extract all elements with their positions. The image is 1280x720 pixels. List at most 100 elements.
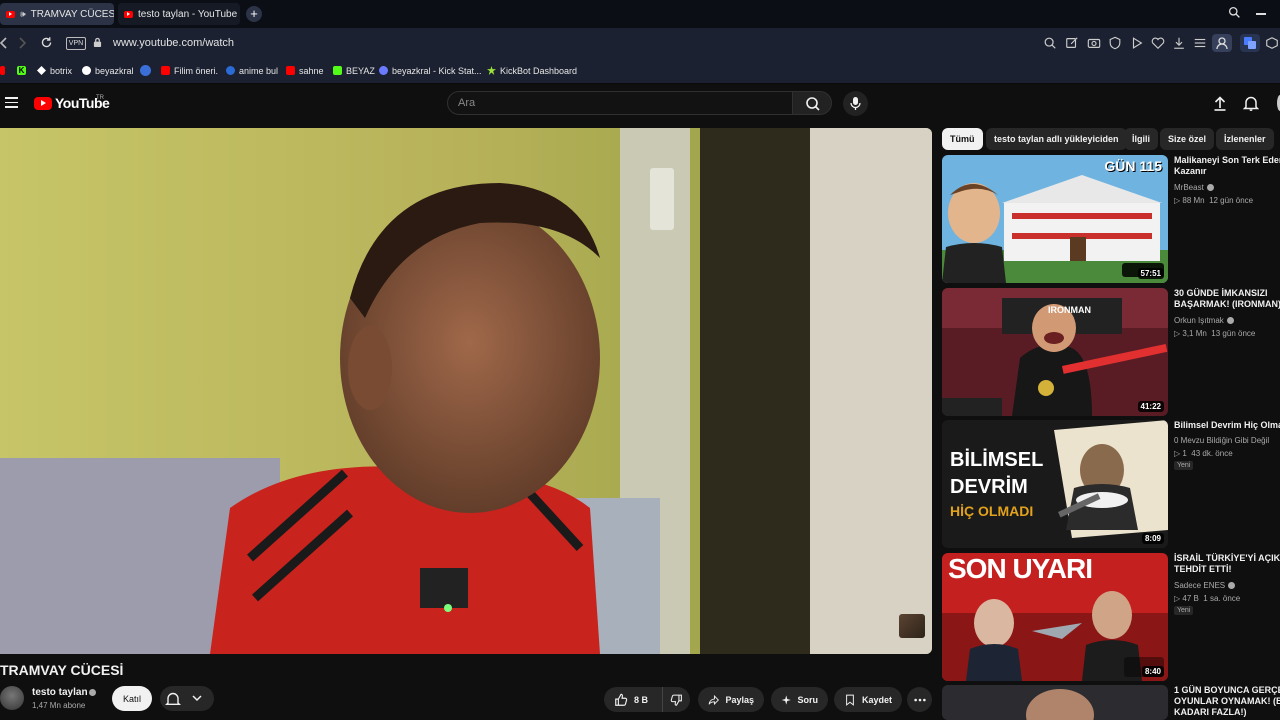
bookmark-sahne[interactable]: sahne bbox=[286, 64, 324, 77]
upload-age: 12 gün önce bbox=[1209, 196, 1254, 205]
recommendation-item[interactable]: 1 GÜN BOYUNCA GERÇEK OYUNLAR OYNAMAK! (B… bbox=[942, 685, 1280, 720]
translate-icon bbox=[1244, 37, 1256, 49]
ask-button[interactable]: Soru bbox=[771, 687, 828, 712]
video-thumbnail[interactable] bbox=[942, 685, 1168, 720]
bookmark-label: anime bul bbox=[239, 65, 279, 76]
bookmark-filim-oneri[interactable]: Filim öneri. bbox=[161, 64, 218, 77]
search-input[interactable] bbox=[447, 91, 793, 115]
menu-lines-icon[interactable] bbox=[1193, 36, 1207, 50]
more-actions-button[interactable] bbox=[907, 687, 932, 712]
recommendation-item[interactable]: GÜN 115 57:51 Malikaneyi Son Terk Eden K… bbox=[942, 155, 1280, 283]
heart-icon[interactable] bbox=[1151, 36, 1165, 50]
like-count: 8 B bbox=[634, 694, 649, 705]
forward-icon[interactable] bbox=[18, 36, 26, 50]
recommendation-title[interactable]: Malikaneyi Son Terk Eden Kazanır bbox=[1174, 155, 1280, 177]
tab-search-icon[interactable] bbox=[1228, 6, 1241, 19]
recommendation-title[interactable]: 1 GÜN BOYUNCA GERÇEK OYUNLAR OYNAMAK! (B… bbox=[1174, 685, 1280, 718]
camera-icon[interactable] bbox=[1087, 36, 1101, 50]
channel-label: Sadece ENES bbox=[1174, 581, 1226, 590]
share-button[interactable]: Paylaş bbox=[698, 687, 764, 712]
chip-related[interactable]: İlgili bbox=[1124, 128, 1158, 150]
recommendation-item[interactable]: SON UYARI 8:40 İSRAİL TÜRKİYE'Yİ AÇIKÇA … bbox=[942, 553, 1280, 681]
chip-watched[interactable]: İzlenenler bbox=[1216, 128, 1274, 150]
notifications-bell-icon[interactable] bbox=[1243, 95, 1259, 111]
save-button[interactable]: Kaydet bbox=[834, 687, 902, 712]
video-player[interactable] bbox=[0, 128, 932, 654]
upload-icon[interactable] bbox=[1212, 95, 1228, 111]
chip-from-uploader[interactable]: testo taylan adlı yükleyiciden bbox=[986, 128, 1127, 150]
thumbnail-overlay-text: SON UYARI bbox=[948, 553, 1093, 584]
bookmark-beyaz[interactable]: BEYAZ bbox=[333, 64, 375, 77]
title-line: BAŞARMAK! (IRONMAN) bbox=[1174, 299, 1280, 309]
recommendation-channel[interactable]: Orkun Işıtmak bbox=[1174, 316, 1234, 325]
tab-channel[interactable]: testo taylan - YouTube bbox=[118, 3, 240, 25]
video-thumbnail[interactable]: SON UYARI 8:40 bbox=[942, 553, 1168, 681]
tab-title: TRAMVAY CÜCESİ - Yo bbox=[30, 8, 114, 20]
profile-button[interactable] bbox=[1212, 34, 1232, 52]
kickbot-icon bbox=[487, 66, 496, 75]
recommendation-channel[interactable]: 0 Mevzu Bildiğin Gibi Değil bbox=[1174, 436, 1269, 445]
verified-check-icon bbox=[1228, 582, 1236, 589]
kick-icon: K bbox=[17, 66, 26, 75]
channel-label: Orkun Işıtmak bbox=[1174, 316, 1224, 325]
back-icon[interactable] bbox=[0, 36, 8, 50]
url-text[interactable]: www.youtube.com/watch bbox=[113, 37, 234, 49]
profile-icon bbox=[1216, 37, 1228, 50]
shield-icon[interactable] bbox=[1108, 36, 1122, 50]
bookmark-youtube[interactable] bbox=[0, 64, 5, 77]
bookmark-kick-stats[interactable]: beyazkral - Kick Stat... bbox=[379, 64, 482, 77]
bookmark-beyazkral[interactable]: beyazkral bbox=[82, 64, 134, 77]
vpn-badge[interactable]: VPN bbox=[66, 37, 86, 50]
join-button[interactable]: Katıl bbox=[112, 686, 152, 711]
bookmark-anime-bul[interactable]: anime bul bbox=[226, 64, 278, 77]
bookmark-botrix[interactable]: botrix bbox=[37, 64, 72, 77]
thumbs-up-icon bbox=[615, 693, 628, 706]
subscribed-bell-button[interactable] bbox=[160, 686, 214, 711]
share-label: Paylaş bbox=[725, 694, 754, 705]
channel-watermark[interactable] bbox=[899, 614, 925, 638]
video-thumbnail[interactable]: BİLİMSEL DEVRİM HİÇ OLMADI 8:09 bbox=[942, 420, 1168, 548]
recommendation-channel[interactable]: Sadece ENES bbox=[1174, 581, 1236, 590]
globe-icon bbox=[226, 66, 235, 75]
title-line: Bilimsel Devrim Hiç Olmad bbox=[1174, 420, 1280, 430]
recommendation-title[interactable]: İSRAİL TÜRKİYE'Yİ AÇIKÇA TEHDİT ETTİ! bbox=[1174, 553, 1280, 575]
tab-active[interactable]: 🕪 TRAMVAY CÜCESİ - Yo bbox=[0, 3, 114, 25]
new-tab-button[interactable]: + bbox=[246, 6, 262, 22]
recommendation-title[interactable]: 30 GÜNDE İMKANSIZI BAŞARMAK! (IRONMAN) bbox=[1174, 288, 1280, 310]
bookmark-kick[interactable]: K bbox=[17, 64, 26, 77]
search-page-icon[interactable] bbox=[1043, 36, 1057, 50]
like-button[interactable]: 8 B bbox=[604, 687, 662, 712]
guide-menu-icon[interactable] bbox=[5, 97, 18, 108]
search-icon bbox=[806, 97, 820, 111]
title-line: Malikaneyi Son Terk Eden bbox=[1174, 155, 1280, 165]
dislike-button[interactable] bbox=[662, 687, 690, 712]
edit-icon[interactable] bbox=[1065, 36, 1079, 50]
video-thumbnail[interactable]: IRONMAN 41:22 bbox=[942, 288, 1168, 416]
reload-icon[interactable] bbox=[40, 36, 53, 49]
recommendation-title[interactable]: Bilimsel Devrim Hiç Olmad bbox=[1174, 420, 1280, 431]
channel-name[interactable]: testo taylan bbox=[32, 687, 88, 698]
search-button[interactable] bbox=[792, 91, 832, 115]
minimize-icon[interactable] bbox=[1256, 13, 1266, 15]
verified-check-icon bbox=[1206, 184, 1214, 191]
stats-icon bbox=[379, 66, 388, 75]
download-icon[interactable] bbox=[1172, 36, 1186, 50]
channel-avatar[interactable] bbox=[0, 686, 24, 710]
recommendation-item[interactable]: BİLİMSEL DEVRİM HİÇ OLMADI 8:09 Bilimsel… bbox=[942, 420, 1280, 548]
lock-icon[interactable] bbox=[93, 37, 102, 48]
extensions-icon[interactable] bbox=[1265, 36, 1279, 50]
recommendation-channel[interactable]: MrBeast bbox=[1174, 183, 1214, 192]
chip-all[interactable]: Tümü bbox=[942, 128, 983, 150]
video-thumbnail[interactable]: GÜN 115 57:51 bbox=[942, 155, 1168, 283]
translate-extension-button[interactable] bbox=[1240, 34, 1260, 52]
recommendation-item[interactable]: IRONMAN 41:22 30 GÜNDE İMKANSIZI BAŞARMA… bbox=[942, 288, 1280, 416]
bookmark-globe[interactable] bbox=[140, 64, 151, 77]
chip-for-you[interactable]: Size özel bbox=[1160, 128, 1215, 150]
play-icon[interactable] bbox=[1130, 36, 1144, 50]
botrix-icon bbox=[37, 66, 46, 75]
bookmark-kickbot[interactable]: KickBot Dashboard bbox=[487, 64, 577, 77]
thumbnail-overlay-line: HİÇ OLMADI bbox=[950, 503, 1034, 519]
channel-label: 0 Mevzu Bildiğin Gibi Değil bbox=[1174, 436, 1270, 445]
voice-search-button[interactable] bbox=[843, 91, 868, 116]
bell-icon bbox=[165, 692, 181, 705]
